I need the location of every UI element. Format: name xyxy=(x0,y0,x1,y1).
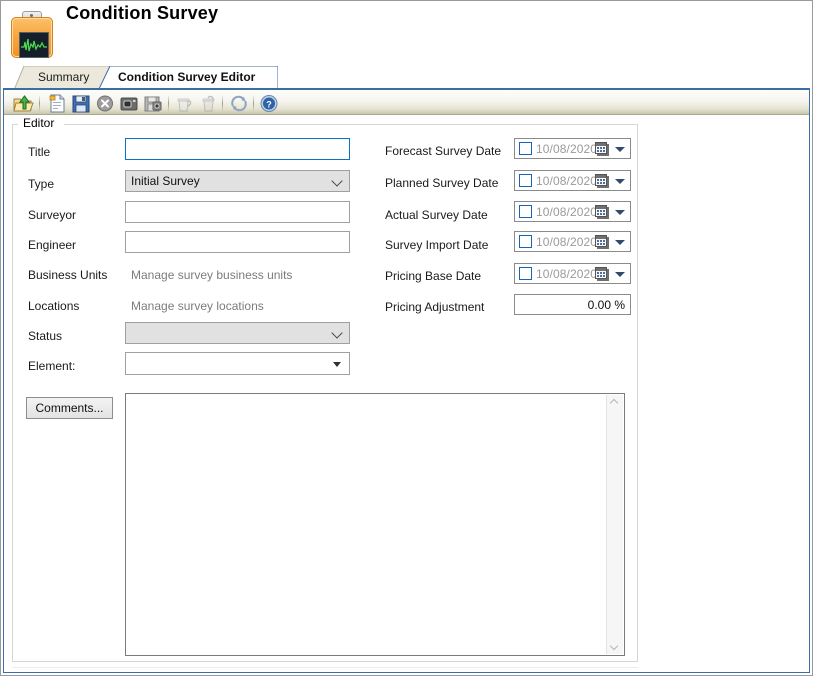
chevron-down-icon[interactable] xyxy=(607,638,623,654)
tab-strip: Summary Condition Survey Editor xyxy=(0,62,813,91)
survey-import-date-value: 10/08/2020 xyxy=(536,235,598,249)
planned-survey-date-value: 10/08/2020 xyxy=(536,174,598,188)
pricing-base-date-value: 10/08/2020 xyxy=(536,267,598,281)
forecast-survey-date-picker[interactable]: 10/08/2020 xyxy=(514,138,631,159)
actual-survey-date-checkbox[interactable] xyxy=(519,205,532,218)
editor-groupbox-label: Editor xyxy=(20,116,58,130)
dropdown-arrow-icon[interactable] xyxy=(615,179,625,184)
locations-label: Locations xyxy=(28,299,80,313)
survey-import-date-label: Survey Import Date xyxy=(385,238,489,252)
title-input[interactable] xyxy=(125,138,350,160)
delete-item-icon[interactable] xyxy=(198,93,220,114)
refresh-icon[interactable] xyxy=(228,93,250,114)
tab-content-panel: ? Editor Title Type Initial Survey Surve… xyxy=(3,88,810,673)
planned-survey-date-label: Planned Survey Date xyxy=(385,176,499,190)
locations-link[interactable]: Manage survey locations xyxy=(131,299,264,313)
toolbar-separator xyxy=(222,95,223,112)
tab-condition-survey-editor-label: Condition Survey Editor xyxy=(118,70,256,84)
editor-toolbar: ? xyxy=(4,88,809,115)
tab-condition-survey-editor[interactable]: Condition Survey Editor xyxy=(98,66,278,91)
help-icon[interactable]: ? xyxy=(258,93,280,114)
delete-record-icon[interactable] xyxy=(174,93,196,114)
dropdown-arrow-icon[interactable] xyxy=(615,272,625,277)
forecast-survey-date-value: 10/08/2020 xyxy=(536,142,598,156)
title-label: Title xyxy=(28,145,51,159)
save-image-icon[interactable] xyxy=(142,93,164,114)
new-document-icon[interactable] xyxy=(46,93,68,114)
chevron-down-icon xyxy=(333,329,342,338)
dropdown-arrow-icon[interactable] xyxy=(615,210,625,215)
snapshot-icon[interactable] xyxy=(118,93,140,114)
actual-survey-date-label: Actual Survey Date xyxy=(385,208,488,222)
save-icon[interactable] xyxy=(70,93,92,114)
type-combobox-value: Initial Survey xyxy=(131,174,200,188)
calendar-icon[interactable] xyxy=(595,205,609,219)
business-units-label: Business Units xyxy=(28,268,108,282)
pricing-adjustment-value: 0.00 % xyxy=(587,298,625,312)
dropdown-arrow-icon[interactable] xyxy=(615,240,625,245)
planned-survey-date-picker[interactable]: 10/08/2020 xyxy=(514,170,631,191)
triangle-down-icon xyxy=(333,362,341,367)
window-header: Condition Survey xyxy=(0,0,813,62)
clipboard-waveform-icon xyxy=(10,10,53,58)
tab-summary[interactable]: Summary xyxy=(14,66,110,90)
pricing-base-date-picker[interactable]: 10/08/2020 xyxy=(514,263,631,284)
tab-summary-label: Summary xyxy=(38,70,90,84)
engineer-input[interactable] xyxy=(125,231,350,253)
survey-import-date-picker[interactable]: 10/08/2020 xyxy=(514,231,631,252)
comments-textarea[interactable] xyxy=(125,393,625,656)
pricing-adjustment-input[interactable]: 0.00 % xyxy=(514,294,631,315)
chevron-up-icon[interactable] xyxy=(607,395,623,411)
toolbar-separator xyxy=(168,95,169,112)
engineer-label: Engineer xyxy=(28,238,77,252)
pricing-adjustment-label: Pricing Adjustment xyxy=(385,300,485,314)
forecast-survey-date-label: Forecast Survey Date xyxy=(385,144,502,158)
chevron-down-icon xyxy=(333,177,342,186)
business-units-link[interactable]: Manage survey business units xyxy=(131,268,292,282)
type-label: Type xyxy=(28,177,55,191)
page-title: Condition Survey xyxy=(66,3,219,23)
surveyor-label: Surveyor xyxy=(28,208,77,222)
toolbar-separator xyxy=(39,95,40,112)
toolbar-separator xyxy=(253,95,254,112)
comments-scrollbar[interactable] xyxy=(606,395,623,654)
panel-divider xyxy=(12,667,638,668)
pricing-base-date-checkbox[interactable] xyxy=(519,267,532,280)
element-combobox[interactable] xyxy=(125,352,350,375)
type-combobox[interactable]: Initial Survey xyxy=(125,170,350,192)
calendar-icon[interactable] xyxy=(595,235,609,249)
calendar-icon[interactable] xyxy=(595,267,609,281)
svg-text:?: ? xyxy=(266,100,272,110)
surveyor-input[interactable] xyxy=(125,201,350,223)
survey-import-date-checkbox[interactable] xyxy=(519,235,532,248)
actual-survey-date-picker[interactable]: 10/08/2020 xyxy=(514,201,631,222)
cancel-icon[interactable] xyxy=(94,93,116,114)
planned-survey-date-checkbox[interactable] xyxy=(519,174,532,187)
waveform-icon xyxy=(21,38,47,52)
comments-button[interactable]: Comments... xyxy=(26,397,113,419)
calendar-icon[interactable] xyxy=(595,174,609,188)
dropdown-arrow-icon[interactable] xyxy=(615,147,625,152)
open-folder-icon[interactable] xyxy=(12,93,34,114)
status-combobox[interactable] xyxy=(125,322,350,344)
pricing-base-date-label: Pricing Base Date xyxy=(385,269,482,283)
forecast-survey-date-checkbox[interactable] xyxy=(519,142,532,155)
element-label: Element: xyxy=(28,359,76,373)
actual-survey-date-value: 10/08/2020 xyxy=(536,205,598,219)
status-label: Status xyxy=(28,329,63,343)
calendar-icon[interactable] xyxy=(595,142,609,156)
